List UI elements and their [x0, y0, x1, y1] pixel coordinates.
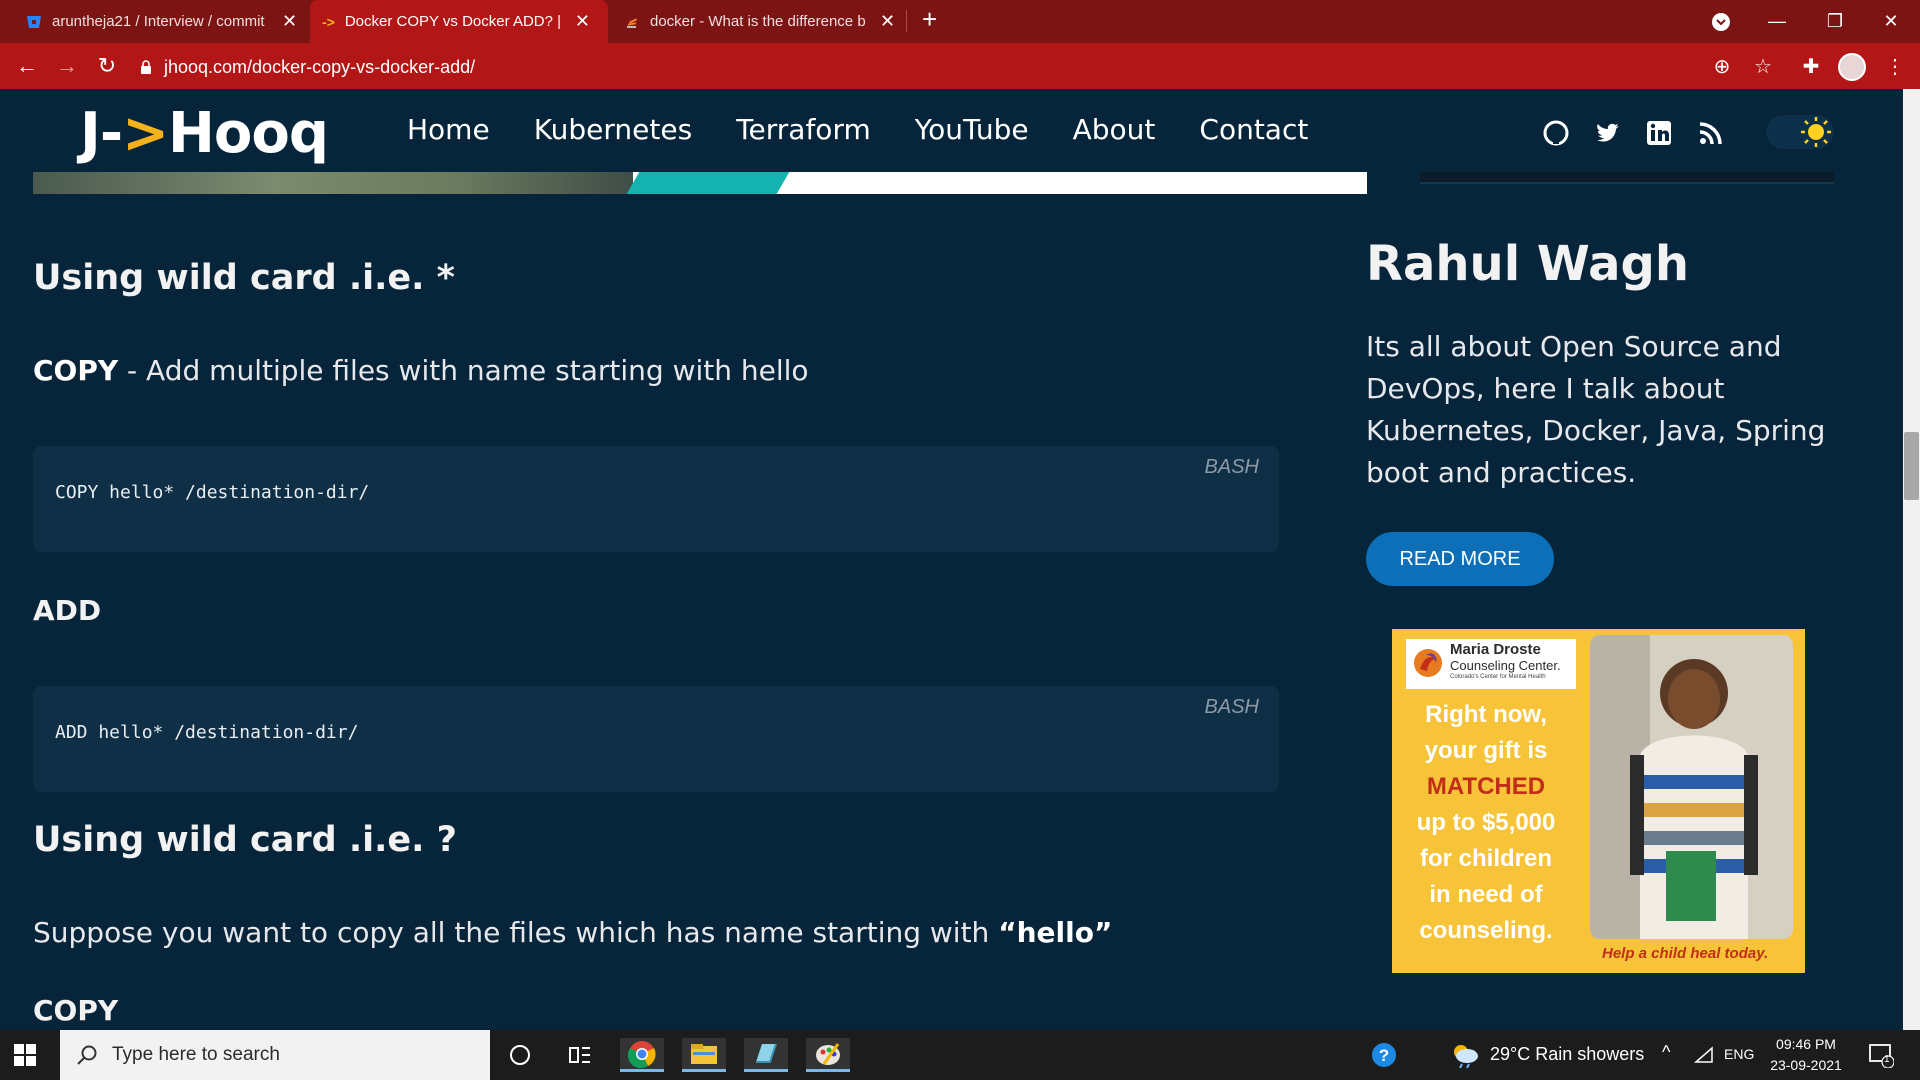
tab-docker-copy[interactable]: -> Docker COPY vs Docker ADD? | Jh ✕ — [310, 0, 608, 43]
chrome-taskbar-icon[interactable] — [620, 1038, 664, 1072]
svg-text:?: ? — [1379, 1046, 1389, 1065]
close-icon[interactable]: ✕ — [282, 11, 297, 32]
code-text[interactable]: COPY hello* /destination-dir/ — [55, 482, 369, 503]
sidebar-top-strip — [1420, 172, 1834, 184]
menu-kebab-icon[interactable]: ⋮ — [1880, 51, 1910, 81]
app-taskbar-icon[interactable] — [744, 1038, 788, 1072]
weather-rain-icon[interactable] — [1450, 1042, 1480, 1068]
code-language-label: BASH — [1204, 456, 1259, 478]
article-banner-image — [33, 172, 1367, 194]
tab-search-button[interactable] — [1692, 0, 1750, 43]
nav-about[interactable]: About — [1073, 113, 1156, 146]
extensions-icon[interactable]: ✚ — [1796, 51, 1826, 81]
advertisement-banner[interactable]: Maria Droste Counseling Center. Colorado… — [1392, 629, 1805, 973]
ad-org-subtitle: Counseling Center. — [1450, 658, 1561, 673]
code-language-label: BASH — [1204, 696, 1259, 718]
windows-start-icon[interactable] — [14, 1044, 36, 1066]
reload-button[interactable]: ↻ — [92, 51, 122, 81]
notification-center-icon[interactable] — [1868, 1042, 1894, 1068]
ad-footer-text: Help a child heal today. — [1602, 945, 1769, 962]
chevron-up-icon[interactable]: ^ — [1662, 1042, 1670, 1063]
code-block-add[interactable]: ADD hello* /destination-dir/ BASH — [33, 686, 1279, 792]
close-icon[interactable]: ✕ — [575, 11, 590, 32]
page-scrollbar[interactable] — [1903, 89, 1920, 1030]
wifi-icon[interactable] — [1694, 1046, 1714, 1064]
copy-description: COPY - Add multiple files with name star… — [33, 354, 809, 387]
tab-separator — [906, 10, 907, 32]
ad-child-photo — [1590, 635, 1793, 939]
file-explorer-icon[interactable] — [682, 1038, 726, 1072]
system-clock[interactable]: 09:46 PM 23-09-2021 — [1766, 1034, 1846, 1076]
site-header: J->Hooq Home Kubernetes Terraform YouTub… — [0, 89, 1903, 172]
tab-stackoverflow[interactable]: docker - What is the difference b ✕ — [612, 0, 908, 43]
rss-icon[interactable] — [1697, 119, 1725, 147]
address-bar: ← → ↻ jhooq.com/docker-copy-vs-docker-ad… — [0, 43, 1920, 89]
section-heading-wildcard-question: Using wild card .i.e. ? — [33, 820, 457, 860]
twitter-icon[interactable] — [1594, 119, 1622, 147]
close-icon[interactable]: ✕ — [880, 11, 895, 32]
scrollbar-thumb[interactable] — [1904, 432, 1919, 500]
nav-youtube[interactable]: YouTube — [915, 113, 1029, 146]
restore-button[interactable]: ❐ — [1806, 0, 1864, 43]
notification-count: 1 — [1884, 1054, 1890, 1065]
lock-icon — [141, 60, 151, 74]
minimize-button[interactable]: — — [1748, 0, 1806, 43]
github-icon[interactable] — [1542, 119, 1570, 147]
browser-tab-strip: aruntheja21 / Interview / commit ✕ -> Do… — [0, 0, 1920, 43]
nav-kubernetes[interactable]: Kubernetes — [534, 113, 693, 146]
code-block-copy[interactable]: COPY hello* /destination-dir/ BASH — [33, 446, 1279, 552]
back-button[interactable]: ← — [12, 51, 42, 81]
main-menu: Home Kubernetes Terraform YouTube About … — [407, 113, 1308, 146]
nav-contact[interactable]: Contact — [1199, 113, 1308, 146]
paint-taskbar-icon[interactable] — [806, 1038, 850, 1072]
new-tab-button[interactable]: + — [922, 4, 937, 35]
ad-org-name: Maria Droste — [1450, 641, 1541, 658]
add-heading: ADD — [33, 594, 102, 627]
site-logo[interactable]: J->Hooq — [80, 101, 329, 166]
ad-org-tagline: Colorado's Center for Mental Health — [1450, 674, 1546, 680]
bookmark-star-icon[interactable]: ☆ — [1748, 51, 1778, 81]
copy-heading: COPY — [33, 994, 119, 1027]
zoom-icon[interactable]: ⊕ — [1707, 51, 1737, 81]
url-field[interactable]: jhooq.com/docker-copy-vs-docker-add/ — [140, 53, 1740, 81]
linkedin-icon[interactable] — [1645, 119, 1673, 147]
windows-taskbar: Type here to search ? 29°C Rain showers … — [0, 1030, 1920, 1080]
author-bio: Its all about Open Source and DevOps, he… — [1366, 330, 1826, 489]
tab-bitbucket[interactable]: aruntheja21 / Interview / commit ✕ — [14, 0, 314, 43]
wildcard-question-paragraph: Suppose you want to copy all the files w… — [33, 916, 1113, 949]
ad-message: Right now, your gift is MATCHED up to $5… — [1416, 701, 1556, 944]
author-name: Rahul Wagh — [1366, 236, 1690, 292]
weather-text[interactable]: 29°C Rain showers — [1490, 1044, 1644, 1065]
code-text[interactable]: ADD hello* /destination-dir/ — [55, 722, 358, 743]
nav-home[interactable]: Home — [407, 113, 490, 146]
search-icon — [77, 1045, 97, 1065]
task-view-icon[interactable] — [558, 1038, 602, 1072]
bitbucket-icon — [27, 15, 41, 28]
language-indicator[interactable]: ENG — [1724, 1046, 1754, 1062]
stackoverflow-icon — [627, 17, 638, 28]
read-more-button[interactable]: READ MORE — [1366, 532, 1554, 586]
section-heading-wildcard-star: Using wild card .i.e. * — [33, 258, 455, 298]
close-window-button[interactable]: ✕ — [1862, 0, 1920, 43]
forward-button[interactable]: → — [52, 51, 82, 81]
nav-terraform[interactable]: Terraform — [736, 113, 871, 146]
cortana-icon[interactable] — [498, 1038, 542, 1072]
taskbar-search-input[interactable]: Type here to search — [60, 1030, 490, 1080]
help-icon[interactable]: ? — [1362, 1038, 1406, 1072]
chevron-down-icon — [1712, 12, 1730, 31]
sun-icon — [1801, 117, 1831, 147]
profile-avatar[interactable] — [1838, 53, 1866, 81]
jhooq-arrow-icon: -> — [322, 13, 335, 30]
